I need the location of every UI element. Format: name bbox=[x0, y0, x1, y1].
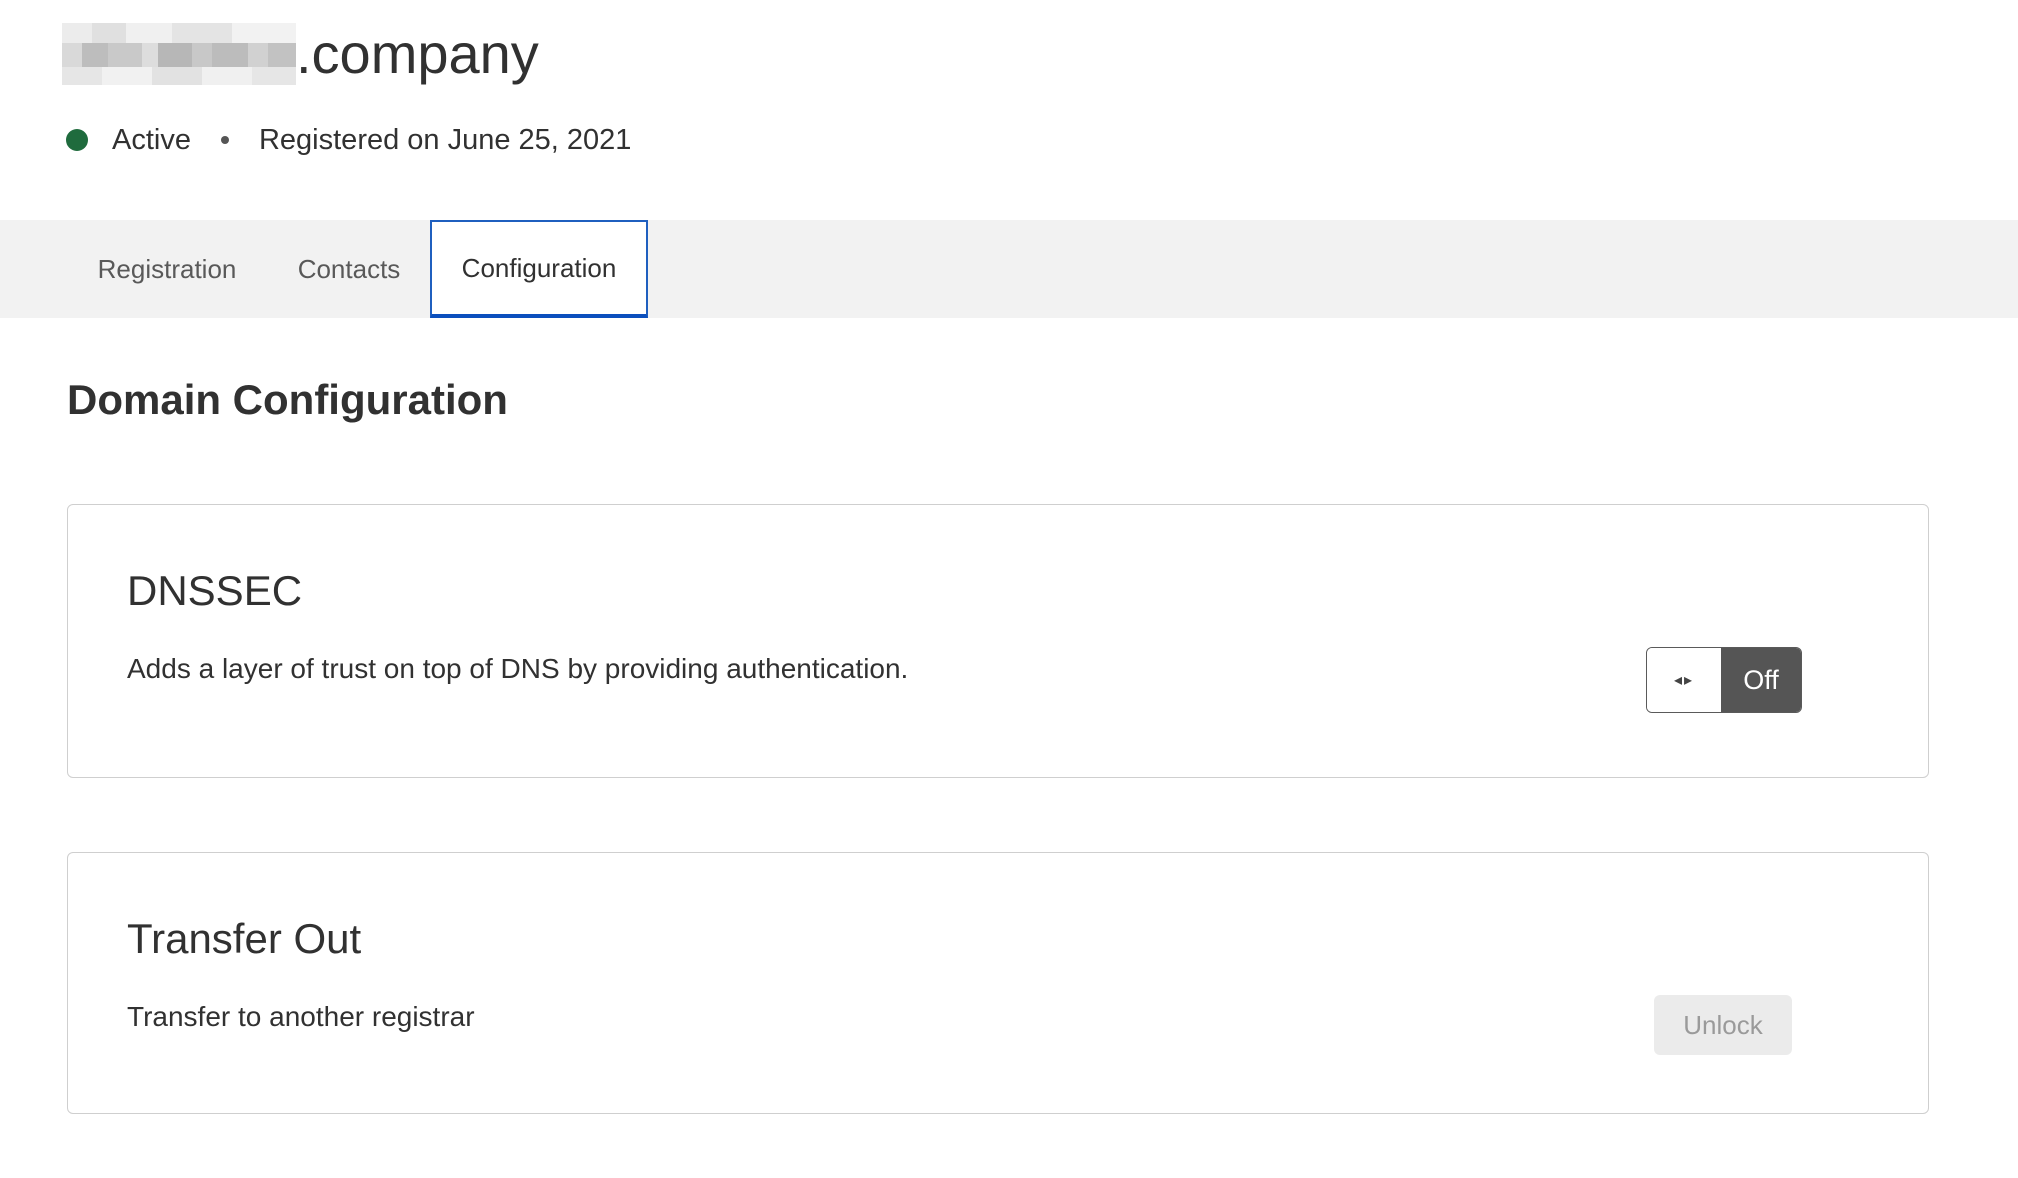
transfer-out-description: Transfer to another registrar bbox=[127, 1001, 475, 1032]
separator-dot bbox=[220, 136, 229, 144]
dnssec-card: DNSSEC Adds a layer of trust on top of D… bbox=[67, 504, 1929, 778]
dnssec-title: DNSSEC bbox=[127, 567, 303, 614]
toggle-state-label: Off bbox=[1721, 648, 1801, 712]
redacted-domain-name bbox=[62, 23, 296, 85]
transfer-out-title: Transfer Out bbox=[127, 915, 362, 962]
status-text: Active bbox=[112, 123, 191, 156]
tab-registration[interactable]: Registration bbox=[72, 220, 262, 318]
arrows-left-right-icon: ◂▸ bbox=[1647, 648, 1721, 712]
tab-configuration[interactable]: Configuration bbox=[430, 220, 648, 318]
registered-date: Registered on June 25, 2021 bbox=[258, 123, 632, 156]
unlock-button[interactable]: Unlock bbox=[1654, 995, 1792, 1055]
domain-suffix: .company bbox=[296, 22, 539, 85]
transfer-out-card: Transfer Out Transfer to another registr… bbox=[67, 852, 1929, 1114]
tab-contacts[interactable]: Contacts bbox=[282, 220, 416, 318]
page-title: Domain Configuration bbox=[67, 376, 508, 423]
tab-bar: Registration Contacts Configuration bbox=[0, 220, 2018, 318]
domain-title: .company bbox=[62, 22, 539, 86]
dnssec-description: Adds a layer of trust on top of DNS by p… bbox=[127, 653, 909, 684]
dnssec-toggle[interactable]: ◂▸ Off bbox=[1646, 647, 1802, 713]
status-indicator-icon bbox=[66, 129, 88, 151]
domain-status-row: Active Registered on June 25, 2021 bbox=[66, 120, 631, 160]
page: .company Active Registered on June 25, 2… bbox=[0, 0, 2018, 1178]
